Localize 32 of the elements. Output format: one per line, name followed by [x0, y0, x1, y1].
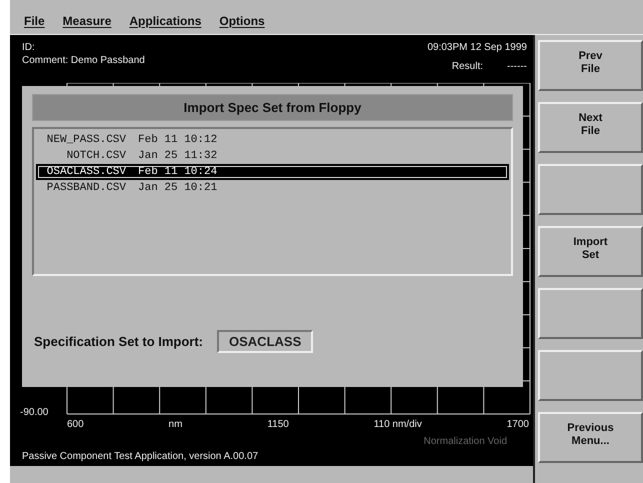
softkey-button[interactable]: Previous Menu...: [538, 412, 643, 463]
import-label: Specification Set to Import:: [34, 334, 204, 349]
menu-item[interactable]: Measure: [62, 14, 112, 28]
file-row[interactable]: PASSBAND.CSV Jan 25 10:21: [36, 180, 509, 196]
x-axis-label: 1150: [267, 419, 289, 430]
menu-item[interactable]: Applications: [129, 14, 202, 28]
softkey-button[interactable]: Import Set: [538, 226, 643, 277]
menu-item[interactable]: File: [24, 14, 45, 28]
softkey-button[interactable]: Next File: [538, 102, 643, 153]
normalization-note: Normalization Void: [422, 435, 508, 447]
version-text: Passive Component Test Application, version A.00.07: [21, 450, 260, 462]
blank-softkey[interactable]: [538, 164, 643, 215]
datetime-text: 09:03PM 12 Sep 1999: [427, 41, 527, 54]
dialog-title: Import Spec Set from Floppy: [32, 94, 513, 121]
x-axis-label: 1700: [506, 419, 529, 430]
menu-item[interactable]: Options: [219, 14, 265, 28]
file-row[interactable]: OSACLASS.CSV Feb 11 10:24: [36, 164, 509, 180]
softkey-button[interactable]: Prev File: [538, 40, 643, 91]
import-field[interactable]: OSACLASS: [217, 330, 314, 353]
file-row[interactable]: NEW_PASS.CSV Feb 11 10:12: [36, 132, 509, 148]
id-label: ID:: [22, 42, 35, 53]
y-axis-label: -90.00: [20, 407, 48, 418]
x-axis-label: 600: [67, 419, 84, 430]
result-label: Result:: [452, 60, 484, 73]
comment-label: Comment:: [22, 55, 68, 66]
blank-softkey[interactable]: [538, 288, 643, 339]
x-axis-label: nm: [168, 419, 182, 430]
result-value: ------: [507, 60, 527, 73]
x-axis-label: 110 nm/div: [374, 419, 422, 430]
comment-text: Demo Passband: [70, 55, 145, 66]
file-row[interactable]: NOTCH.CSV Jan 25 11:32: [36, 148, 509, 164]
blank-softkey[interactable]: [538, 350, 643, 401]
